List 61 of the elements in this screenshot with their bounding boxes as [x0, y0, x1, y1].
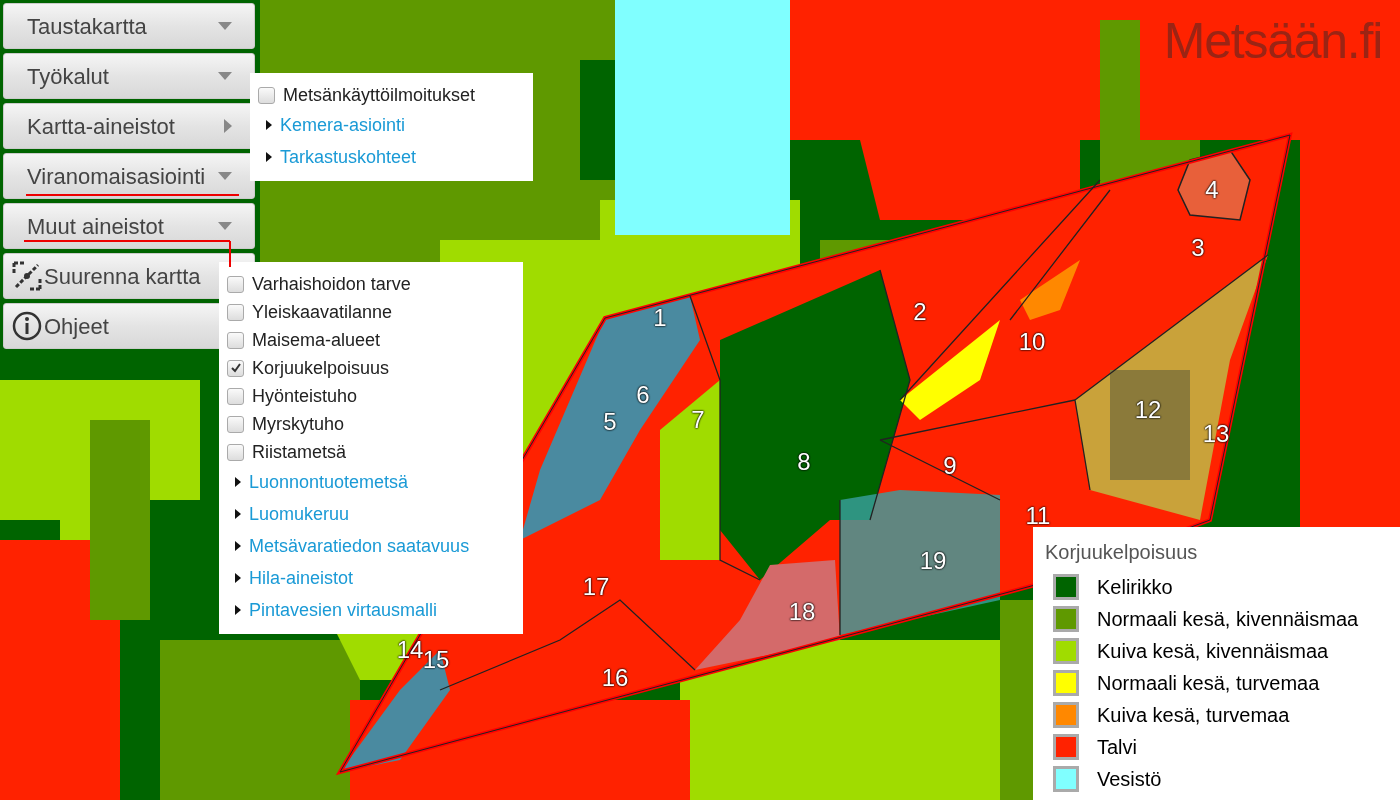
legend-label: Kuiva kesä, kivennäismaa	[1097, 639, 1329, 664]
legend-label: Talvi	[1097, 735, 1137, 760]
expand-icon	[12, 261, 42, 291]
expand-arrow-icon	[235, 573, 241, 583]
parcel-number: 10	[1018, 327, 1046, 357]
parcel-number: 19	[919, 546, 947, 576]
checkbox[interactable]	[227, 275, 244, 293]
checkbox[interactable]	[227, 415, 244, 433]
checkbox[interactable]	[227, 359, 244, 377]
parcel-number: 12	[1134, 395, 1162, 425]
menu-button[interactable]: Työkalut	[3, 53, 255, 99]
dropdown-arrow-icon	[218, 72, 232, 80]
expand-arrow-icon	[235, 541, 241, 551]
parcel-number: 5	[603, 407, 617, 437]
layer-label: Varhaishoidon tarve	[252, 272, 411, 296]
parcel-number: 9	[943, 451, 957, 481]
layer-label: Metsänkäyttöilmoitukset	[283, 83, 476, 107]
menu-button[interactable]: Taustakartta	[3, 3, 255, 49]
parcel-number: 4	[1205, 175, 1219, 205]
checkbox[interactable]	[258, 86, 275, 104]
checkbox[interactable]	[227, 303, 244, 321]
dropdown-arrow-icon	[218, 172, 232, 180]
info-icon	[12, 311, 42, 341]
layer-label: Maisema-alueet	[252, 328, 381, 352]
menu-button[interactable]: Muut aineistot	[3, 203, 255, 249]
layer-label: Hyönteistuho	[252, 384, 358, 408]
layer-label: Myrskytuho	[252, 412, 345, 436]
legend-title: Korjuukelpoisuus	[1045, 540, 1199, 565]
parcel-number: 13	[1202, 419, 1230, 449]
parcel-number: 17	[582, 572, 610, 602]
legend-label: Kelirikko	[1097, 575, 1173, 600]
layer-label: Riistametsä	[252, 440, 347, 464]
legend-label: Normaali kesä, turvemaa	[1097, 671, 1320, 696]
checkbox[interactable]	[227, 387, 244, 405]
checkbox[interactable]	[227, 443, 244, 461]
expand-arrow-icon	[224, 119, 232, 133]
expand-arrow-icon	[266, 152, 272, 162]
parcel-number: 11	[1025, 501, 1051, 531]
logo: Metsään.fi	[1163, 12, 1382, 71]
layer-label: Yleiskaavatilanne	[252, 300, 393, 324]
parcel-number: 1	[653, 303, 667, 333]
dropdown-arrow-icon	[218, 22, 232, 30]
layer-label: Korjuukelpoisuus	[252, 356, 390, 380]
legend-label: Normaali kesä, kivennäismaa	[1097, 607, 1359, 632]
checkbox[interactable]	[227, 331, 244, 349]
expand-arrow-icon	[266, 120, 272, 130]
parcel-number: 8	[797, 447, 811, 477]
parcel-number: 16	[601, 663, 629, 693]
expand-arrow-icon	[235, 509, 241, 519]
legend-label: Vesistö	[1097, 767, 1162, 792]
parcel-number: 3	[1191, 233, 1205, 263]
parcel-number: 18	[788, 597, 816, 627]
parcel-number: 15	[422, 646, 450, 675]
parcel-number: 7	[691, 405, 705, 435]
expand-arrow-icon	[235, 605, 241, 615]
dropdown-arrow-icon	[218, 222, 232, 230]
parcel-number: 2	[913, 297, 927, 327]
legend-label: Kuiva kesä, turvemaa	[1097, 703, 1290, 728]
menu-button[interactable]: Viranomaisasiointi	[3, 153, 255, 199]
parcel-number: 6	[636, 380, 650, 410]
expand-arrow-icon	[235, 477, 241, 487]
